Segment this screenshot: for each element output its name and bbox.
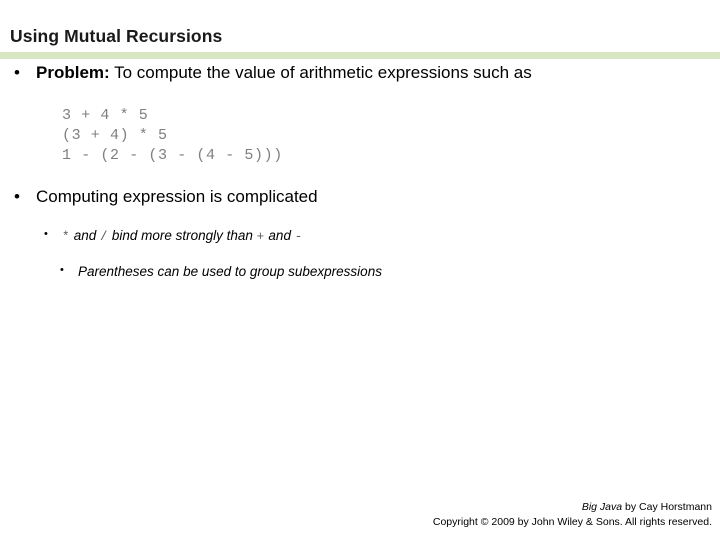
bullet-problem-label: Problem: <box>36 63 110 82</box>
bullet-marker: • <box>60 263 64 276</box>
bullet-computing-text: Computing expression is complicated <box>36 187 318 207</box>
precedence-mid-2: bind more strongly than <box>108 227 257 243</box>
bullet-marker: • <box>14 63 20 82</box>
footer-copyright: Copyright © 2009 by John Wiley & Sons. A… <box>432 515 712 528</box>
code-line-2: (3 + 4) * 5 <box>62 127 168 145</box>
precedence-mid-1: and <box>70 227 101 243</box>
book-author: by Cay Horstmann <box>622 500 712 513</box>
operator-plus: + <box>256 229 265 244</box>
slide-footer: Big Java by Cay Horstmann Copyright © 20… <box>433 500 712 530</box>
operator-minus: - <box>294 229 303 244</box>
footer-attribution: Big Java by Cay Horstmann <box>433 500 712 515</box>
operator-divide: / <box>100 229 109 244</box>
slide-body: • Problem: To compute the value of arithm… <box>0 62 720 280</box>
slide: Using Mutual Recursions • Problem: To com… <box>0 0 720 540</box>
bullet-parentheses: • Parentheses can be used to group subexp… <box>0 263 720 281</box>
code-line-1: 3 + 4 * 5 <box>62 107 149 125</box>
bullet-marker: • <box>44 227 48 240</box>
bullet-parentheses-text: Parentheses can be used to group subexpr… <box>78 263 382 279</box>
bullet-problem: • Problem: To compute the value of arithm… <box>0 62 720 84</box>
page-title: Using Mutual Recursions <box>10 26 223 46</box>
title-divider <box>0 52 720 59</box>
code-line-3: 1 - (2 - (3 - (4 - 5))) <box>62 147 283 165</box>
bullet-computing: • Computing expression is complicated <box>0 186 720 208</box>
operator-times: * <box>62 229 71 244</box>
bullet-marker: • <box>14 187 20 207</box>
precedence-mid-3: and <box>264 227 295 243</box>
bullet-precedence: • * and / bind more strongly than + and - <box>0 227 720 245</box>
book-title: Big Java <box>581 500 623 513</box>
bullet-problem-text: To compute the value of arithmetic expre… <box>109 63 532 82</box>
